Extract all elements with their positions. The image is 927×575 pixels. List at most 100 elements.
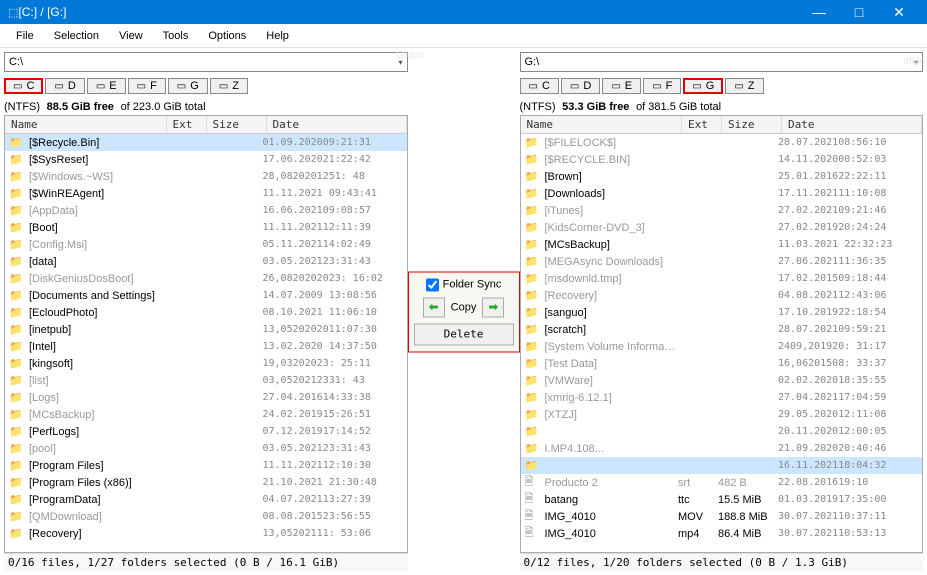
file-name: [scratch] — [545, 324, 679, 336]
header-size[interactable]: Size — [722, 116, 782, 133]
header-date[interactable]: Date — [782, 116, 922, 133]
table-row[interactable]: 📁[Recovery]13,05202111: 53:06 — [5, 525, 407, 542]
table-row[interactable]: 🗎batangttc15.5 MiB01.03.201917:35:00 — [521, 491, 923, 508]
table-row[interactable]: 🗎IMG_4010MOV188.8 MiB30.07.202110:37:11 — [521, 508, 923, 525]
drive-tab-z[interactable]: ▭Z — [725, 78, 763, 94]
drive-tab-g[interactable]: ▭G — [683, 78, 723, 94]
table-row[interactable]: 📁20.11.202012:00:05 — [521, 423, 923, 440]
file-date: 25.01.201622:22:11 — [778, 171, 918, 182]
table-row[interactable]: 📁[MCsBackup]24.02.201915:26:51 — [5, 406, 407, 423]
table-row[interactable]: 📁[list]03,0520212331: 43 — [5, 372, 407, 389]
table-row[interactable]: 📁[msdownld.tmp]17.02.201509:18:44 — [521, 270, 923, 287]
folder-icon: 📁 — [525, 170, 541, 183]
minimize-button[interactable]: — — [799, 0, 839, 24]
menu-options[interactable]: Options — [198, 24, 256, 48]
drive-tab-f[interactable]: ▭F — [643, 78, 681, 94]
left-path-combo[interactable]: C:\ ▾ — [4, 52, 408, 72]
menu-file[interactable]: File — [6, 24, 44, 48]
table-row[interactable]: 📁[System Volume Informati…2409,201920: 3… — [521, 338, 923, 355]
table-row[interactable]: 📁[Config.Msi]05.11.202114:02:49 — [5, 236, 407, 253]
file-name: [Documents and Settings] — [29, 290, 163, 302]
table-row[interactable]: 📁[Test Data]16,06201508: 33:37 — [521, 355, 923, 372]
table-row[interactable]: 📁I.MP4.108...21.09.202020:40:46 — [521, 440, 923, 457]
right-path-combo[interactable]: G:\ ▾ — [520, 52, 924, 72]
table-row[interactable]: 📁[xmrig-6.12.1]27.04.202117:04:59 — [521, 389, 923, 406]
table-row[interactable]: 📁[Program Files]11.11.202112:10:30 — [5, 457, 407, 474]
header-name[interactable]: Name — [5, 116, 167, 133]
folder-icon: 📁 — [525, 136, 541, 149]
table-row[interactable]: 📁[KidsCorner-DVD_3]27.02.201920:24:24 — [521, 219, 923, 236]
table-row[interactable]: 📁16.11.202118:04:32 — [521, 457, 923, 474]
header-date[interactable]: Date — [267, 116, 407, 133]
table-row[interactable]: 📁[$RECYCLE.BIN]14.11.202000:52:03 — [521, 151, 923, 168]
table-row[interactable]: 📁[MCsBackup]11.03.2021 22:32:23 — [521, 236, 923, 253]
header-name[interactable]: Name — [521, 116, 683, 133]
table-row[interactable]: 📁[PerfLogs]07.12.201917:14:52 — [5, 423, 407, 440]
table-row[interactable]: 📁[VMWare]02.02.202018:35:55 — [521, 372, 923, 389]
table-row[interactable]: 📁[Logs]27.04.201614:33:38 — [5, 389, 407, 406]
table-row[interactable]: 📁[XTZJ]29.05.202012:11:08 — [521, 406, 923, 423]
drive-tab-f[interactable]: ▭F — [128, 78, 166, 94]
copy-right-button[interactable]: ➡ — [482, 297, 504, 317]
table-row[interactable]: 📁[Recovery]04.08.202112:43:06 — [521, 287, 923, 304]
table-row[interactable]: 🗎IMG_4010mp486.4 MiB30.07.202110:53:13 — [521, 525, 923, 542]
drive-tab-e[interactable]: ▭E — [87, 78, 126, 94]
drive-icon: ▭ — [734, 81, 743, 92]
table-row[interactable]: 📁[inetpub]13,0520202011:07:30 — [5, 321, 407, 338]
table-row[interactable]: 📁[ProgramData]04.07.202113:27:39 — [5, 491, 407, 508]
table-row[interactable]: 📁[data]03.05.202123:31:43 — [5, 253, 407, 270]
table-row[interactable]: 📁[$FILELOCK$]28.07.202108:56:10 — [521, 134, 923, 151]
table-row[interactable]: 📁[$WinREAgent]11.11.2021 09:43:41 — [5, 185, 407, 202]
menu-tools[interactable]: Tools — [153, 24, 199, 48]
right-file-list[interactable]: 📁[$FILELOCK$]28.07.202108:56:10📁[$RECYCL… — [521, 134, 923, 552]
table-row[interactable]: 📁[DiskGeniusDosBoot]26,0820202023: 16:02 — [5, 270, 407, 287]
file-date: 17.11.202111:10:08 — [778, 188, 918, 199]
copy-left-button[interactable]: ⬅ — [423, 297, 445, 317]
menu-view[interactable]: View — [109, 24, 153, 48]
file-size: 188.8 MiB — [718, 511, 778, 523]
left-file-list[interactable]: 📁[$Recycle.Bin]01.09.202009:21:31📁[$SysR… — [5, 134, 407, 552]
header-size[interactable]: Size — [207, 116, 267, 133]
menu-selection[interactable]: Selection — [44, 24, 109, 48]
table-row[interactable]: 📁[$Windows.~WS]28,0820201251: 48 — [5, 168, 407, 185]
table-row[interactable]: 📁[Program Files (x86)]21.10.2021 21:30:4… — [5, 474, 407, 491]
titlebar: ⬚ [C:] / [G:] — □ ✕ — [0, 0, 927, 24]
table-row[interactable]: 📁[$SysReset]17.06.202021:22:42 — [5, 151, 407, 168]
drive-tab-d[interactable]: ▭D — [561, 78, 600, 94]
table-row[interactable]: 📁[MEGAsync Downloads]27.06.202111:36:35 — [521, 253, 923, 270]
table-row[interactable]: 📁[$Recycle.Bin]01.09.202009:21:31 — [5, 134, 407, 151]
drive-tab-d[interactable]: ▭D — [45, 78, 84, 94]
table-row[interactable]: 📁[kingsoft]19,03202023: 25:11 — [5, 355, 407, 372]
table-row[interactable]: 📁[Documents and Settings]14.07.2009 13:0… — [5, 287, 407, 304]
table-row[interactable]: 📁[sanguo]17.10.201922:18:54 — [521, 304, 923, 321]
drive-tab-z[interactable]: ▭Z — [210, 78, 248, 94]
drive-tab-e[interactable]: ▭E — [602, 78, 641, 94]
close-button[interactable]: ✕ — [879, 0, 919, 24]
table-row[interactable]: 📁[iTunes]27.02.202109:21:46 — [521, 202, 923, 219]
table-row[interactable]: 📁[scratch]28.07.202109:59:21 — [521, 321, 923, 338]
table-row[interactable]: 📁[EcloudPhoto]08.10.2021 11:06:10 — [5, 304, 407, 321]
table-row[interactable]: 📁[pool]03.05.202123:31:43 — [5, 440, 407, 457]
table-row[interactable]: 📁[QMDownload]08.08.201523:56:55 — [5, 508, 407, 525]
table-row[interactable]: 📁[Boot]11.11.202112:11:39 — [5, 219, 407, 236]
header-ext[interactable]: Ext — [682, 116, 722, 133]
drive-tab-g[interactable]: ▭G — [168, 78, 208, 94]
folder-icon: 📁 — [9, 323, 25, 336]
file-name: [Recovery] — [545, 290, 679, 302]
file-date: 27.02.202109:21:46 — [778, 205, 918, 216]
maximize-button[interactable]: □ — [839, 0, 879, 24]
folder-sync-checkbox[interactable] — [426, 278, 439, 291]
drive-tab-c[interactable]: ▭C — [520, 78, 559, 94]
file-name: [MCsBackup] — [545, 239, 679, 251]
delete-button[interactable]: Delete — [414, 323, 514, 345]
drive-tab-c[interactable]: ▭C — [4, 78, 43, 94]
table-row[interactable]: 📁[Downloads]17.11.202111:10:08 — [521, 185, 923, 202]
menu-help[interactable]: Help — [256, 24, 299, 48]
header-ext[interactable]: Ext — [167, 116, 207, 133]
file-name: IMG_4010 — [545, 511, 679, 523]
table-row[interactable]: 📁[Intel]13.02.2020 14:37:50 — [5, 338, 407, 355]
table-row[interactable]: 🗎Producto 2srt482 B22.08.201619:10 — [521, 474, 923, 491]
table-row[interactable]: 📁[AppData]16.06.202109:08:57 — [5, 202, 407, 219]
drive-icon: ▭ — [652, 81, 661, 92]
table-row[interactable]: 📁[Brown]25.01.201622:22:11 — [521, 168, 923, 185]
